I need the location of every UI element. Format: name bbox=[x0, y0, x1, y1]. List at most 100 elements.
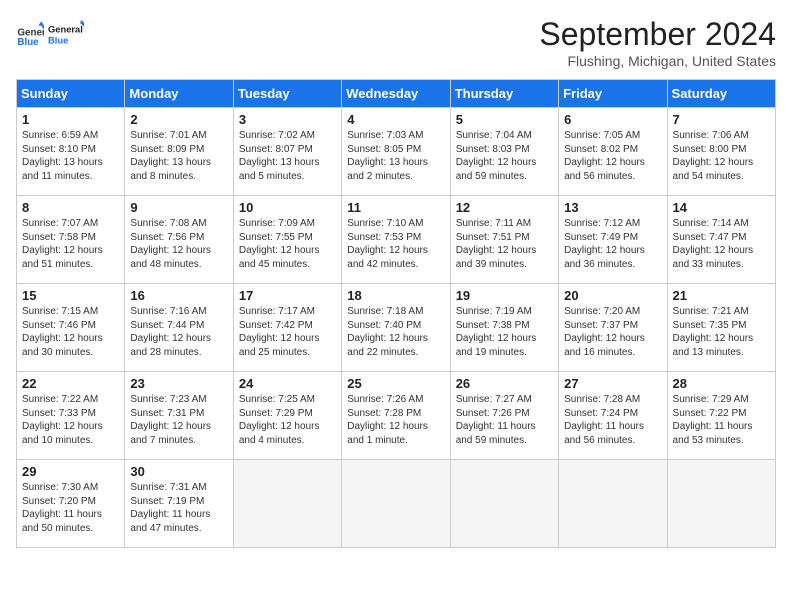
calendar-cell: 2 Sunrise: 7:01 AM Sunset: 8:09 PM Daylig… bbox=[125, 108, 233, 196]
day-content: Sunrise: 7:01 AM Sunset: 8:09 PM Dayligh… bbox=[130, 129, 227, 183]
generalblue-logo-graphic: General Blue bbox=[48, 16, 84, 52]
day-content: Sunrise: 7:09 AM Sunset: 7:55 PM Dayligh… bbox=[239, 217, 336, 271]
day-content: Sunrise: 7:06 AM Sunset: 8:00 PM Dayligh… bbox=[673, 129, 770, 183]
calendar-cell: 23 Sunrise: 7:23 AM Sunset: 7:31 PM Dayli… bbox=[125, 372, 233, 460]
day-content: Sunrise: 7:30 AM Sunset: 7:20 PM Dayligh… bbox=[22, 481, 119, 535]
day-number: 5 bbox=[456, 112, 553, 127]
calendar-cell: 28 Sunrise: 7:29 AM Sunset: 7:22 PM Dayli… bbox=[667, 372, 775, 460]
day-number: 1 bbox=[22, 112, 119, 127]
calendar-cell: 7 Sunrise: 7:06 AM Sunset: 8:00 PM Daylig… bbox=[667, 108, 775, 196]
day-content: Sunrise: 7:11 AM Sunset: 7:51 PM Dayligh… bbox=[456, 217, 553, 271]
calendar-week-row: 15 Sunrise: 7:15 AM Sunset: 7:46 PM Dayli… bbox=[17, 284, 776, 372]
day-number: 23 bbox=[130, 376, 227, 391]
calendar-cell: 14 Sunrise: 7:14 AM Sunset: 7:47 PM Dayli… bbox=[667, 196, 775, 284]
calendar-cell: 17Sunrise: 7:17 AM Sunset: 7:42 PM Dayli… bbox=[233, 284, 341, 372]
day-content: Sunrise: 7:29 AM Sunset: 7:22 PM Dayligh… bbox=[673, 393, 770, 447]
day-header-wednesday: Wednesday bbox=[342, 80, 450, 108]
day-number: 19 bbox=[456, 288, 553, 303]
calendar-cell: 25Sunrise: 7:26 AM Sunset: 7:28 PM Dayli… bbox=[342, 372, 450, 460]
day-content: Sunrise: 7:10 AM Sunset: 7:53 PM Dayligh… bbox=[347, 217, 444, 271]
calendar-cell: 19 Sunrise: 7:19 AM Sunset: 7:38 PM Dayli… bbox=[450, 284, 558, 372]
day-number: 20 bbox=[564, 288, 661, 303]
calendar-cell: 5 Sunrise: 7:04 AM Sunset: 8:03 PM Daylig… bbox=[450, 108, 558, 196]
calendar-header-row: SundayMondayTuesdayWednesdayThursdayFrid… bbox=[17, 80, 776, 108]
day-content: Sunrise: 7:07 AM Sunset: 7:58 PM Dayligh… bbox=[22, 217, 119, 271]
calendar-cell: 20 Sunrise: 7:20 AM Sunset: 7:37 PM Dayli… bbox=[559, 284, 667, 372]
calendar-cell bbox=[667, 460, 775, 548]
day-number: 30 bbox=[130, 464, 227, 479]
day-number: 28 bbox=[673, 376, 770, 391]
day-content: Sunrise: 7:02 AM Sunset: 8:07 PM Dayligh… bbox=[239, 129, 336, 183]
calendar-cell: 8Sunrise: 7:07 AM Sunset: 7:58 PM Daylig… bbox=[17, 196, 125, 284]
location-subtitle: Flushing, Michigan, United States bbox=[539, 53, 776, 69]
day-content: Sunrise: 7:04 AM Sunset: 8:03 PM Dayligh… bbox=[456, 129, 553, 183]
calendar-cell: 10 Sunrise: 7:09 AM Sunset: 7:55 PM Dayli… bbox=[233, 196, 341, 284]
day-content: Sunrise: 7:03 AM Sunset: 8:05 PM Dayligh… bbox=[347, 129, 444, 183]
day-header-monday: Monday bbox=[125, 80, 233, 108]
day-content: Sunrise: 7:19 AM Sunset: 7:38 PM Dayligh… bbox=[456, 305, 553, 359]
calendar-cell: 27 Sunrise: 7:28 AM Sunset: 7:24 PM Dayli… bbox=[559, 372, 667, 460]
calendar-cell: 13 Sunrise: 7:12 AM Sunset: 7:49 PM Dayli… bbox=[559, 196, 667, 284]
day-content: Sunrise: 7:08 AM Sunset: 7:56 PM Dayligh… bbox=[130, 217, 227, 271]
calendar-cell: 9Sunrise: 7:08 AM Sunset: 7:56 PM Daylig… bbox=[125, 196, 233, 284]
calendar-cell: 21Sunrise: 7:21 AM Sunset: 7:35 PM Dayli… bbox=[667, 284, 775, 372]
day-content: Sunrise: 7:28 AM Sunset: 7:24 PM Dayligh… bbox=[564, 393, 661, 447]
svg-text:General: General bbox=[48, 25, 83, 35]
day-number: 26 bbox=[456, 376, 553, 391]
day-number: 22 bbox=[22, 376, 119, 391]
svg-text:Blue: Blue bbox=[48, 35, 68, 45]
day-content: Sunrise: 7:16 AM Sunset: 7:44 PM Dayligh… bbox=[130, 305, 227, 359]
calendar-week-row: 8Sunrise: 7:07 AM Sunset: 7:58 PM Daylig… bbox=[17, 196, 776, 284]
day-number: 25 bbox=[347, 376, 444, 391]
calendar-cell: 30 Sunrise: 7:31 AM Sunset: 7:19 PM Dayli… bbox=[125, 460, 233, 548]
calendar-cell: 12 Sunrise: 7:11 AM Sunset: 7:51 PM Dayli… bbox=[450, 196, 558, 284]
day-content: Sunrise: 7:20 AM Sunset: 7:37 PM Dayligh… bbox=[564, 305, 661, 359]
day-content: Sunrise: 7:25 AM Sunset: 7:29 PM Dayligh… bbox=[239, 393, 336, 447]
day-content: Sunrise: 7:14 AM Sunset: 7:47 PM Dayligh… bbox=[673, 217, 770, 271]
calendar-cell: 22 Sunrise: 7:22 AM Sunset: 7:33 PM Dayli… bbox=[17, 372, 125, 460]
day-content: Sunrise: 7:21 AM Sunset: 7:35 PM Dayligh… bbox=[673, 305, 770, 359]
day-content: Sunrise: 7:18 AM Sunset: 7:40 PM Dayligh… bbox=[347, 305, 444, 359]
calendar-cell: 3 Sunrise: 7:02 AM Sunset: 8:07 PM Daylig… bbox=[233, 108, 341, 196]
calendar-week-row: 29 Sunrise: 7:30 AM Sunset: 7:20 PM Dayli… bbox=[17, 460, 776, 548]
day-number: 11 bbox=[347, 200, 444, 215]
day-number: 27 bbox=[564, 376, 661, 391]
calendar-cell: 24 Sunrise: 7:25 AM Sunset: 7:29 PM Dayli… bbox=[233, 372, 341, 460]
calendar-cell: 1Sunrise: 6:59 AM Sunset: 8:10 PM Daylig… bbox=[17, 108, 125, 196]
day-number: 14 bbox=[673, 200, 770, 215]
calendar-cell: 16 Sunrise: 7:16 AM Sunset: 7:44 PM Dayli… bbox=[125, 284, 233, 372]
calendar-cell: 11 Sunrise: 7:10 AM Sunset: 7:53 PM Dayli… bbox=[342, 196, 450, 284]
day-number: 29 bbox=[22, 464, 119, 479]
calendar-cell: 4Sunrise: 7:03 AM Sunset: 8:05 PM Daylig… bbox=[342, 108, 450, 196]
day-content: Sunrise: 7:22 AM Sunset: 7:33 PM Dayligh… bbox=[22, 393, 119, 447]
day-number: 12 bbox=[456, 200, 553, 215]
day-number: 15 bbox=[22, 288, 119, 303]
day-number: 24 bbox=[239, 376, 336, 391]
calendar-cell: 6 Sunrise: 7:05 AM Sunset: 8:02 PM Daylig… bbox=[559, 108, 667, 196]
day-number: 2 bbox=[130, 112, 227, 127]
logo-icon: General Blue bbox=[16, 20, 44, 48]
day-content: Sunrise: 7:31 AM Sunset: 7:19 PM Dayligh… bbox=[130, 481, 227, 535]
day-number: 6 bbox=[564, 112, 661, 127]
day-number: 13 bbox=[564, 200, 661, 215]
day-number: 18 bbox=[347, 288, 444, 303]
day-content: Sunrise: 7:12 AM Sunset: 7:49 PM Dayligh… bbox=[564, 217, 661, 271]
day-content: Sunrise: 7:15 AM Sunset: 7:46 PM Dayligh… bbox=[22, 305, 119, 359]
calendar-cell: 18 Sunrise: 7:18 AM Sunset: 7:40 PM Dayli… bbox=[342, 284, 450, 372]
day-number: 3 bbox=[239, 112, 336, 127]
calendar-cell bbox=[342, 460, 450, 548]
day-content: Sunrise: 7:23 AM Sunset: 7:31 PM Dayligh… bbox=[130, 393, 227, 447]
logo: General Blue General Blue bbox=[16, 16, 84, 52]
calendar-cell bbox=[233, 460, 341, 548]
calendar-table: SundayMondayTuesdayWednesdayThursdayFrid… bbox=[16, 79, 776, 548]
day-content: Sunrise: 7:05 AM Sunset: 8:02 PM Dayligh… bbox=[564, 129, 661, 183]
calendar-cell: 29 Sunrise: 7:30 AM Sunset: 7:20 PM Dayli… bbox=[17, 460, 125, 548]
day-content: Sunrise: 7:17 AM Sunset: 7:42 PM Dayligh… bbox=[239, 305, 336, 359]
day-number: 10 bbox=[239, 200, 336, 215]
day-number: 7 bbox=[673, 112, 770, 127]
day-header-thursday: Thursday bbox=[450, 80, 558, 108]
day-header-sunday: Sunday bbox=[17, 80, 125, 108]
day-header-friday: Friday bbox=[559, 80, 667, 108]
day-number: 16 bbox=[130, 288, 227, 303]
month-title: September 2024 bbox=[539, 16, 776, 53]
